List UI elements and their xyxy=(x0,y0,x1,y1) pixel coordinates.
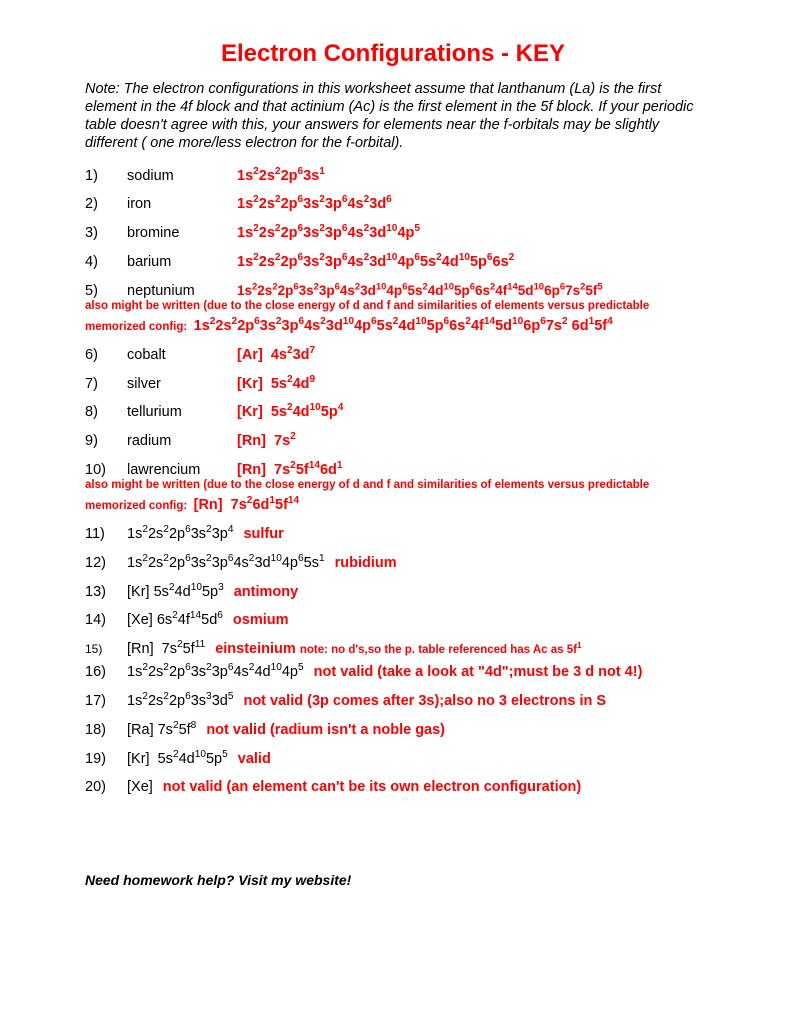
q5-memo: memorized config: 1s22s22p63s23p64s23d10… xyxy=(85,318,701,334)
q15-note-text: note: no d's,so the p. table referenced … xyxy=(300,644,577,656)
q8-num: 8) xyxy=(85,403,127,422)
q6-num: 6) xyxy=(85,346,127,365)
q5-num: 5) xyxy=(85,282,127,301)
q19-num: 19) xyxy=(85,750,127,769)
q13: 13) [Kr] 5s24d105p3 antimony xyxy=(85,583,701,602)
q2-answer: 1s22s22p63s23p64s23d6 xyxy=(237,195,392,214)
q14-config: [Xe] 6s24f145d6 xyxy=(127,611,223,630)
q5-memo-label: memorized config: xyxy=(85,321,187,333)
q10-subnote: also might be written (due to the close … xyxy=(85,478,701,493)
q1-num: 1) xyxy=(85,167,127,186)
q10-memo-label: memorized config: xyxy=(85,500,187,512)
q17: 17) 1s22s22p63s33d5 not valid (3p comes … xyxy=(85,692,701,711)
q14-answer: osmium xyxy=(233,611,289,630)
q16: 16) 1s22s22p63s23p64s24d104p5 not valid … xyxy=(85,663,701,682)
q10-memo-answer: [Rn] 7s26d15f14 xyxy=(194,497,300,513)
q16-config: 1s22s22p63s23p64s24d104p5 xyxy=(127,663,304,682)
q12-num: 12) xyxy=(85,554,127,573)
q15-note: note: no d's,so the p. table referenced … xyxy=(300,643,582,658)
q1-answer: 1s22s22p63s1 xyxy=(237,167,325,186)
q17-config: 1s22s22p63s33d5 xyxy=(127,692,233,711)
q13-config: [Kr] 5s24d105p3 xyxy=(127,583,224,602)
q20: 20) [Xe] not valid (an element can't be … xyxy=(85,778,701,797)
q9-answer: [Rn] 7s2 xyxy=(237,432,296,451)
q20-config: [Xe] xyxy=(127,778,153,797)
q3-answer: 1s22s22p63s23p64s23d104p5 xyxy=(237,224,420,243)
q2-num: 2) xyxy=(85,195,127,214)
q4: 4) barium 1s22s22p63s23p64s23d104p65s24d… xyxy=(85,253,701,272)
page-title: Electron Configurations - KEY xyxy=(85,40,701,68)
q4-answer: 1s22s22p63s23p64s23d104p65s24d105p66s2 xyxy=(237,253,514,272)
q13-num: 13) xyxy=(85,583,127,602)
q15-config: [Rn] 7s25f11 xyxy=(127,640,205,659)
q5-subnote: also might be written (due to the close … xyxy=(85,299,701,314)
q3: 3) bromine 1s22s22p63s23p64s23d104p5 xyxy=(85,224,701,243)
q7-num: 7) xyxy=(85,375,127,394)
q11-config: 1s22s22p63s23p4 xyxy=(127,525,233,544)
q12: 12) 1s22s22p63s23p64s23d104p65s1 rubidiu… xyxy=(85,554,701,573)
q19-answer: valid xyxy=(238,750,271,769)
q6-answer: [Ar] 4s23d7 xyxy=(237,346,315,365)
q11-answer: sulfur xyxy=(243,525,283,544)
intro-note: Note: The electron configurations in thi… xyxy=(85,80,701,153)
q2: 2) iron 1s22s22p63s23p64s23d6 xyxy=(85,195,701,214)
q20-num: 20) xyxy=(85,778,127,797)
q9-label: radium xyxy=(127,432,237,451)
q1: 1) sodium 1s22s22p63s1 xyxy=(85,167,701,186)
q17-answer: not valid (3p comes after 3s); xyxy=(243,692,444,711)
q2-label: iron xyxy=(127,195,237,214)
q12-config: 1s22s22p63s23p64s23d104p65s1 xyxy=(127,554,325,573)
q3-label: bromine xyxy=(127,224,237,243)
q16-note: (take a look at "4d";must be 3 d not 4!) xyxy=(377,663,642,682)
q13-answer: antimony xyxy=(234,583,298,602)
q6-label: cobalt xyxy=(127,346,237,365)
q14-num: 14) xyxy=(85,611,127,630)
q8: 8) tellurium [Kr] 5s24d105p4 xyxy=(85,403,701,422)
q19: 19) [Kr] 5s24d105p5 valid xyxy=(85,750,701,769)
q16-num: 16) xyxy=(85,663,127,682)
q5-memo-answer: 1s22s22p63s23p64s23d104p65s24d105p66s24f… xyxy=(194,318,613,334)
q18-answer: not valid (radium isn't a noble gas) xyxy=(206,721,445,740)
q17-answer-b: also no 3 electrons in S xyxy=(444,692,606,711)
q7-label: silver xyxy=(127,375,237,394)
q15-num: 15) xyxy=(85,642,127,658)
q3-num: 3) xyxy=(85,224,127,243)
q17-num: 17) xyxy=(85,692,127,711)
q8-label: tellurium xyxy=(127,403,237,422)
q11: 11) 1s22s22p63s23p4 sulfur xyxy=(85,525,701,544)
q4-label: barium xyxy=(127,253,237,272)
q14: 14) [Xe] 6s24f145d6 osmium xyxy=(85,611,701,630)
q16-answer: not valid xyxy=(314,663,374,682)
q9: 9) radium [Rn] 7s2 xyxy=(85,432,701,451)
q12-answer: rubidium xyxy=(335,554,397,573)
q15-answer: einsteinium xyxy=(215,640,296,659)
q18-num: 18) xyxy=(85,721,127,740)
q18-config: [Ra] 7s25f8 xyxy=(127,721,196,740)
q10-memo: memorized config: [Rn] 7s26d15f14 xyxy=(85,497,701,513)
q18: 18) [Ra] 7s25f8 not valid (radium isn't … xyxy=(85,721,701,740)
q6: 6) cobalt [Ar] 4s23d7 xyxy=(85,346,701,365)
q19-config: [Kr] 5s24d105p5 xyxy=(127,750,228,769)
q5-label: neptunium xyxy=(127,282,237,301)
q15: 15) [Rn] 7s25f11 einsteinium note: no d'… xyxy=(85,640,701,659)
q20-answer: not valid (an element can't be its own e… xyxy=(163,778,581,797)
footer-note: Need homework help? Visit my website! xyxy=(85,872,701,888)
q8-answer: [Kr] 5s24d105p4 xyxy=(237,403,343,422)
q11-num: 11) xyxy=(85,525,127,544)
q7: 7) silver [Kr] 5s24d9 xyxy=(85,375,701,394)
q1-label: sodium xyxy=(127,167,237,186)
q5-answer: 1s22s22p63s23p64s23d104p65s24d105p66s24f… xyxy=(237,282,603,300)
q9-num: 9) xyxy=(85,432,127,451)
q4-num: 4) xyxy=(85,253,127,272)
q7-answer: [Kr] 5s24d9 xyxy=(237,375,315,394)
